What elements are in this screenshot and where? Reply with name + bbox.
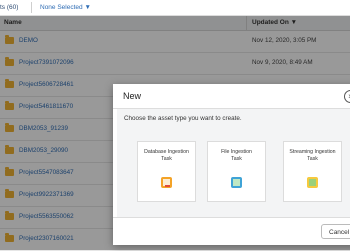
asset-card-label-line2: Task <box>161 156 172 162</box>
asset-card-database-ingestion[interactable]: Database Ingestion Task <box>137 141 196 202</box>
asset-card-label-line2: Task <box>231 156 242 162</box>
dialog-body: Choose the asset type you want to create… <box>117 109 350 217</box>
database-ingestion-icon <box>161 177 172 188</box>
asset-card-label-line2: Task <box>307 156 318 162</box>
asset-card-streaming-ingestion[interactable]: Streaming Ingestion Task <box>283 141 342 202</box>
asset-card-label: Streaming Ingestion Task <box>284 149 341 163</box>
asset-card-file-ingestion[interactable]: File Ingestion Task <box>207 141 266 202</box>
streaming-ingestion-icon <box>307 177 318 188</box>
close-icon[interactable]: × <box>344 90 350 103</box>
selection-label: None Selected <box>40 4 83 11</box>
list-toolbar: ts (60) None Selected ▼ <box>0 0 350 16</box>
new-asset-dialog: New × Choose the asset type you want to … <box>113 84 350 245</box>
dialog-title: New <box>123 91 142 101</box>
selection-dropdown[interactable]: None Selected ▼ <box>40 4 91 11</box>
asset-card-label-line1: File Ingestion <box>221 149 252 155</box>
asset-card-label: Database Ingestion Task <box>138 149 195 163</box>
asset-card-label-line1: Streaming Ingestion <box>289 149 336 155</box>
dialog-footer-divider <box>113 217 350 218</box>
cancel-button[interactable]: Cancel <box>321 224 350 239</box>
asset-card-label-line1: Database Ingestion <box>144 149 189 155</box>
file-ingestion-icon <box>231 177 242 188</box>
chevron-down-icon: ▼ <box>84 4 91 11</box>
asset-card-label: File Ingestion Task <box>208 149 265 163</box>
dialog-instruction: Choose the asset type you want to create… <box>124 115 242 122</box>
asset-count: ts (60) <box>0 4 19 11</box>
toolbar-divider <box>31 2 32 13</box>
